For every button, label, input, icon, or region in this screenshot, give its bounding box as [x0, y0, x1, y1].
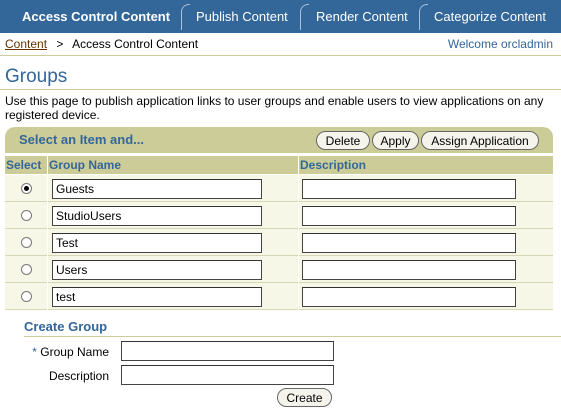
apply-button[interactable]: Apply [372, 131, 419, 150]
row-select-radio[interactable] [21, 237, 32, 248]
column-header-group-name: Group Name [48, 156, 298, 174]
group-name-field[interactable] [52, 260, 262, 280]
create-group-name-field[interactable] [121, 341, 334, 361]
tab-separator [300, 4, 309, 30]
tab-separator [181, 4, 190, 30]
tab-render-content[interactable]: Render Content [316, 0, 408, 33]
description-field[interactable] [302, 179, 516, 199]
group-name-field[interactable] [52, 287, 262, 307]
row-select-radio[interactable] [21, 291, 32, 302]
delete-button[interactable]: Delete [316, 131, 370, 150]
group-name-label: * Group Name [32, 345, 109, 359]
description-field[interactable] [302, 206, 516, 226]
table-row [5, 175, 553, 202]
header-divider [0, 55, 561, 56]
page-description: Use this page to publish application lin… [5, 94, 544, 122]
row-select-radio[interactable] [21, 210, 32, 221]
group-name-field[interactable] [52, 206, 262, 226]
required-marker: * [32, 345, 37, 359]
tab-categorize-content[interactable]: Categorize Content [434, 0, 546, 33]
group-name-field[interactable] [52, 233, 262, 253]
column-header-select: Select [5, 156, 47, 174]
create-group-title: Create Group [24, 319, 108, 334]
control-bar-title: Select an Item and... [19, 132, 144, 147]
group-name-field[interactable] [52, 179, 262, 199]
create-description-field[interactable] [121, 365, 334, 385]
page-title: Groups [5, 66, 68, 87]
column-header-description: Description [299, 156, 553, 174]
breadcrumb: Content > Access Control Content [5, 37, 198, 51]
table-row [5, 283, 553, 310]
table-row [5, 229, 553, 256]
tab-bar: Access Control Content Publish Content R… [0, 0, 561, 33]
table-row [5, 256, 553, 283]
welcome-message: Welcome orcladmin [447, 37, 553, 51]
breadcrumb-link-content[interactable]: Content [5, 37, 47, 51]
tab-access-control-content[interactable]: Access Control Content [22, 0, 170, 33]
row-select-radio[interactable] [21, 183, 32, 194]
create-button[interactable]: Create [277, 388, 332, 407]
description-field[interactable] [302, 233, 516, 253]
table-control-bar: Select an Item and... Delete Apply Assig… [5, 127, 553, 153]
description-field[interactable] [302, 287, 516, 307]
create-group-divider [24, 336, 561, 337]
breadcrumb-separator: > [56, 37, 64, 51]
breadcrumb-current: Access Control Content [72, 37, 199, 51]
row-select-radio[interactable] [21, 264, 32, 275]
tab-publish-content[interactable]: Publish Content [196, 0, 288, 33]
tab-separator [419, 4, 428, 30]
description-label: Description [48, 369, 109, 383]
table-row [5, 202, 553, 229]
assign-application-button[interactable]: Assign Application [421, 131, 539, 150]
description-field[interactable] [302, 260, 516, 280]
title-divider [0, 89, 561, 90]
